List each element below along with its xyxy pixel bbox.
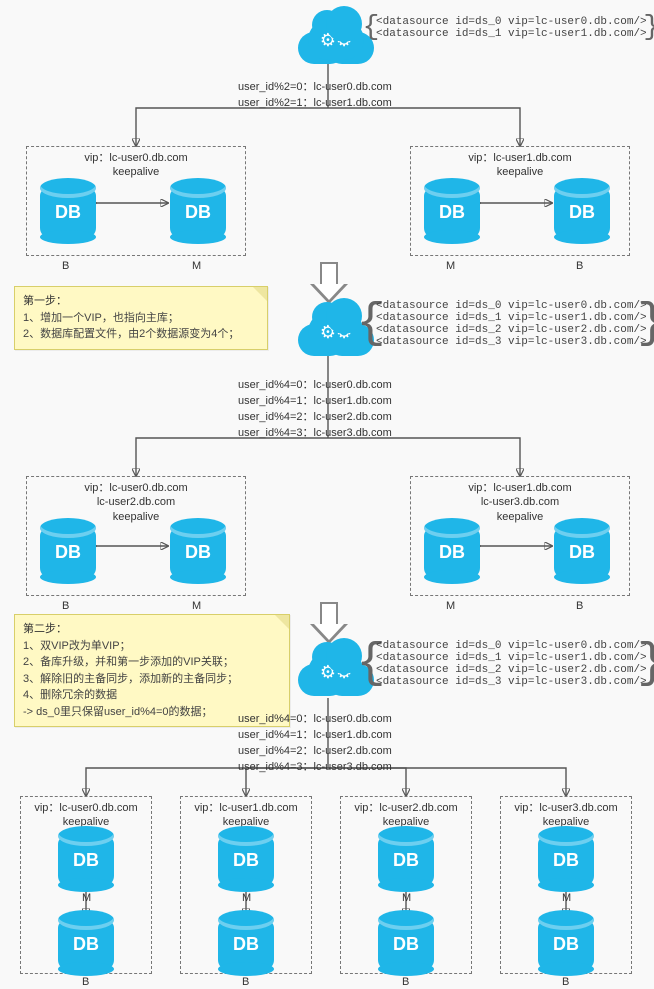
db-icon: DB	[218, 920, 274, 970]
vip-label: vip：lc-user0.db.com	[84, 482, 187, 494]
rule: user_id%2=0：lc-user0.db.com	[238, 78, 392, 94]
vip-label: vip：lc-user2.db.com	[354, 802, 457, 814]
ds-line: <datasource id=ds_0 vip=lc-user0.db.com/…	[376, 300, 647, 312]
note-line: 3、解除旧的主备同步，添加新的主备同步；	[23, 671, 281, 688]
role-tag: B	[402, 976, 409, 988]
keepalive-label: keepalive	[113, 511, 159, 523]
diagram-canvas: ⚙⚙ { <datasource id=ds_0 vip=lc-user0.db…	[8, 8, 646, 981]
role-tag: B	[82, 976, 89, 988]
vip-label: vip：lc-user1.db.com	[194, 802, 297, 814]
ds-line: <datasource id=ds_0 vip=lc-user0.db.com/…	[376, 640, 647, 652]
role-tag: M	[402, 892, 411, 904]
ds-line: <datasource id=ds_3 vip=lc-user3.db.com/…	[376, 336, 647, 348]
gears-icon: ⚙⚙	[320, 323, 352, 341]
rule: user_id%4=0：lc-user0.db.com	[238, 376, 392, 392]
role-tag: M	[446, 260, 455, 272]
role-tag: M	[242, 892, 251, 904]
role-tag: M	[192, 260, 201, 272]
vip-label: vip：lc-user1.db.com	[468, 152, 571, 164]
note-line: 1、双VIP改为单VIP；	[23, 638, 281, 655]
routing-rules-mid: user_id%4=0：lc-user0.db.com user_id%4=1：…	[238, 376, 392, 440]
vip-label: vip：lc-user0.db.com	[84, 152, 187, 164]
gears-icon: ⚙⚙	[320, 663, 352, 681]
ds-line: <datasource id=ds_2 vip=lc-user2.db.com/…	[376, 664, 647, 676]
note-line: 2、数据库配置文件，由2个数据源变为4个；	[23, 326, 259, 343]
role-tag: B	[562, 976, 569, 988]
config-cloud-icon: ⚙⚙	[308, 20, 364, 60]
keepalive-label: keepalive	[497, 166, 543, 178]
db-icon: DB	[554, 188, 610, 238]
ds-line: <datasource id=ds_2 vip=lc-user2.db.com/…	[376, 324, 647, 336]
db-icon: DB	[40, 188, 96, 238]
ds-line: <datasource id=ds_0 vip=lc-user0.db.com/…	[376, 16, 647, 28]
rule: user_id%4=2：lc-user2.db.com	[238, 742, 392, 758]
vip-label: vip：lc-user0.db.com	[34, 802, 137, 814]
config-cloud-icon: ⚙⚙	[308, 312, 364, 352]
role-tag: B	[62, 260, 69, 272]
rule: user_id%4=3：lc-user3.db.com	[238, 758, 392, 774]
role-tag: B	[576, 260, 583, 272]
note-header: 第二步：	[23, 621, 281, 638]
db-icon: DB	[424, 528, 480, 578]
step1-note: 第一步： 1、增加一个VIP，也指向主库； 2、数据库配置文件，由2个数据源变为…	[14, 286, 268, 350]
rule: user_id%4=0：lc-user0.db.com	[238, 710, 392, 726]
keepalive-label: keepalive	[113, 166, 159, 178]
note-header: 第一步：	[23, 293, 259, 310]
note-line: 1、增加一个VIP，也指向主库；	[23, 310, 259, 327]
config-cloud-icon: ⚙⚙	[308, 652, 364, 692]
vip-label: vip：lc-user1.db.com	[468, 482, 571, 494]
db-icon: DB	[170, 188, 226, 238]
db-icon: DB	[58, 836, 114, 886]
db-icon: DB	[218, 836, 274, 886]
db-icon: DB	[170, 528, 226, 578]
routing-rules-top: user_id%2=0：lc-user0.db.com user_id%2=1：…	[238, 78, 392, 110]
rule: user_id%4=3：lc-user3.db.com	[238, 424, 392, 440]
ds-line: <datasource id=ds_1 vip=lc-user1.db.com/…	[376, 652, 647, 664]
role-tag: M	[82, 892, 91, 904]
vip-label-2: lc-user3.db.com	[481, 496, 559, 508]
role-tag: B	[62, 600, 69, 612]
rule: user_id%4=2：lc-user2.db.com	[238, 408, 392, 424]
datasource-list-bot: { <datasource id=ds_0 vip=lc-user0.db.co…	[366, 638, 654, 690]
datasource-list-top: { <datasource id=ds_0 vip=lc-user0.db.co…	[366, 14, 654, 42]
note-line: 2、备库升级，并和第一步添加的VIP关联；	[23, 654, 281, 671]
keepalive-label: keepalive	[497, 511, 543, 523]
vip-label: vip：lc-user3.db.com	[514, 802, 617, 814]
routing-rules-bot: user_id%4=0：lc-user0.db.com user_id%4=1：…	[238, 710, 392, 774]
vip-label-2: lc-user2.db.com	[97, 496, 175, 508]
role-tag: M	[192, 600, 201, 612]
rule: user_id%2=1：lc-user1.db.com	[238, 94, 392, 110]
ds-line: <datasource id=ds_1 vip=lc-user1.db.com/…	[376, 312, 647, 324]
db-icon: DB	[40, 528, 96, 578]
db-icon: DB	[424, 188, 480, 238]
db-icon: DB	[378, 920, 434, 970]
gears-icon: ⚙⚙	[320, 31, 352, 49]
db-icon: DB	[538, 836, 594, 886]
role-tag: B	[576, 600, 583, 612]
ds-line: <datasource id=ds_3 vip=lc-user3.db.com/…	[376, 676, 647, 688]
role-tag: B	[242, 976, 249, 988]
db-icon: DB	[554, 528, 610, 578]
db-icon: DB	[538, 920, 594, 970]
role-tag: M	[446, 600, 455, 612]
role-tag: M	[562, 892, 571, 904]
rule: user_id%4=1：lc-user1.db.com	[238, 726, 392, 742]
datasource-list-mid: { <datasource id=ds_0 vip=lc-user0.db.co…	[366, 298, 654, 350]
db-icon: DB	[378, 836, 434, 886]
note-line: 4、删除冗余的数据	[23, 687, 281, 704]
ds-line: <datasource id=ds_1 vip=lc-user1.db.com/…	[376, 28, 647, 40]
db-icon: DB	[58, 920, 114, 970]
rule: user_id%4=1：lc-user1.db.com	[238, 392, 392, 408]
